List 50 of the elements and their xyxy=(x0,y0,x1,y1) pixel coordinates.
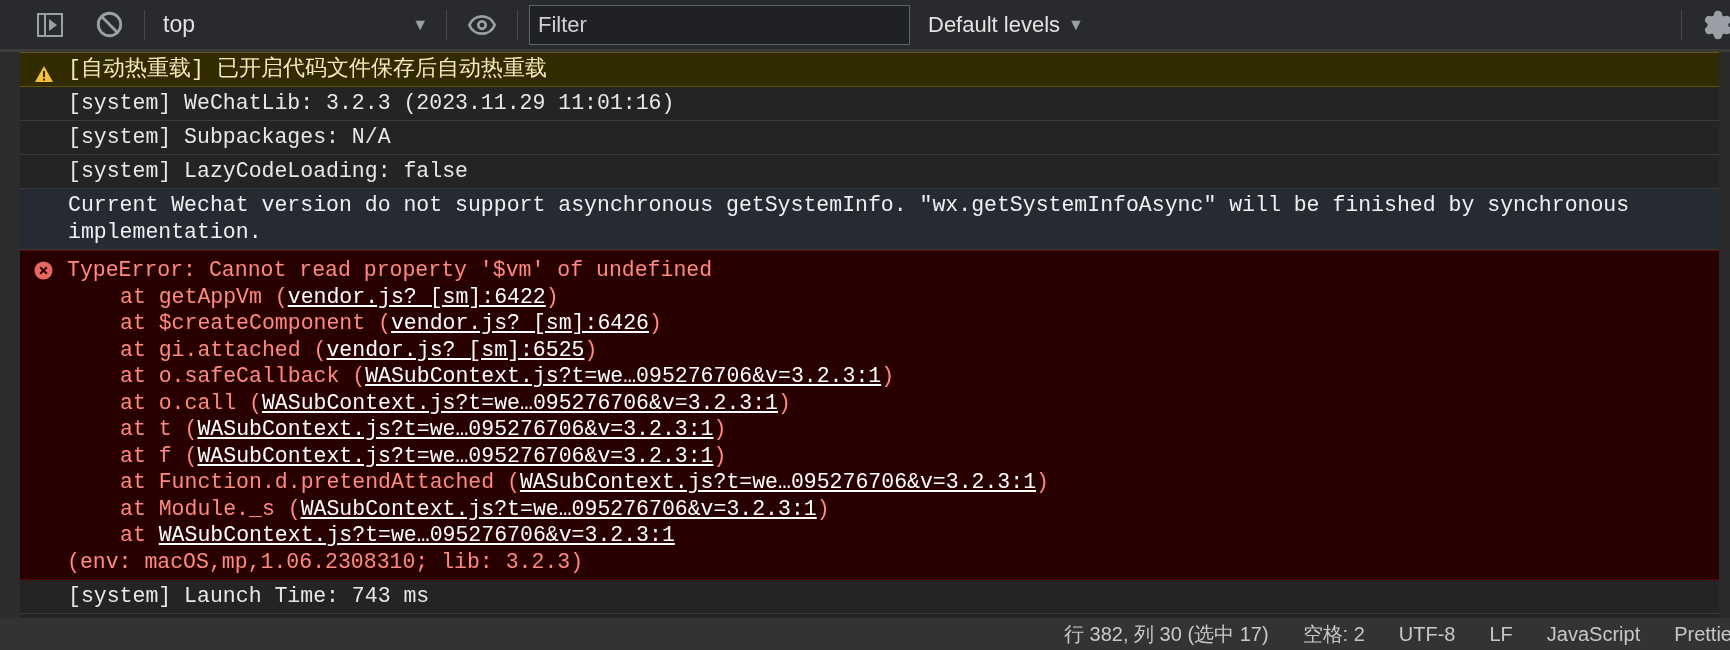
stack-frame-text: at o.safeCallback ( xyxy=(120,364,366,388)
message-text: [system] Subpackages: N/A xyxy=(68,124,391,151)
stack-frame-text: at f ( xyxy=(120,443,198,468)
stack-frame-text: at gi.attached ( xyxy=(120,337,327,362)
stack-frame-text: ) xyxy=(649,311,662,335)
stack-frame-text: ) xyxy=(778,390,791,415)
source-link[interactable]: WASubContext.js?t=we…095276706&v=3.2.3:1 xyxy=(261,390,779,415)
source-link[interactable]: WASubContext.js?t=we…095276706&v=3.2.3:1 xyxy=(519,470,1037,494)
message-text: Current Wechat version do not support asynchronous getSystemInfo. "wx.getSystemInfoAsync" will be finished by synchronous implementation. xyxy=(68,192,1631,246)
source-link[interactable]: WASubContext.js?t=we…095276706&v=3.2.3:1 xyxy=(197,443,714,468)
source-link[interactable]: vendor.js? [sm]:6422 xyxy=(287,284,546,309)
stack-frame-text: ) xyxy=(713,443,727,468)
stack-frame-text: at t ( xyxy=(120,417,198,441)
status-item[interactable]: JavaScript xyxy=(1546,619,1641,649)
settings-icon[interactable] xyxy=(1702,8,1730,41)
error-icon xyxy=(34,261,53,280)
stack-frame-text: at o.call ( xyxy=(120,390,262,415)
source-link[interactable]: WASubContext.js?t=we…095276706&v=3.2.3:1 xyxy=(158,523,675,547)
stack-frame-text: ) xyxy=(1036,470,1049,494)
stack-frame-text: ) xyxy=(816,496,830,521)
stack-frame-text: ) xyxy=(545,284,559,309)
levels-dropdown[interactable]: Default levels ▼ xyxy=(928,8,1084,41)
env-text: (env: macOS,mp,1.06.2308310; lib: 3.2.3) xyxy=(67,548,585,575)
source-link[interactable]: WASubContext.js?t=we…095276706&v=3.2.3:1 xyxy=(197,417,714,441)
error-text: TypeError: Cannot read property '$vm' of undefined xyxy=(67,257,714,284)
source-link[interactable]: WASubContext.js?t=we…095276706&v=3.2.3:1 xyxy=(365,364,882,388)
source-link[interactable]: vendor.js? [sm]:6426 xyxy=(390,311,649,335)
clear-console-icon[interactable] xyxy=(96,11,123,38)
stack-frame-text: ) xyxy=(713,417,727,441)
stack-frame-text: at xyxy=(120,523,147,547)
status-item[interactable]: 行 382, 列 30 (选中 17) xyxy=(1064,619,1269,649)
sidebar-toggle-icon[interactable] xyxy=(37,12,63,37)
message-text: [system] WeChatLib: 3.2.3 (2023.11.29 11:01:16) xyxy=(68,90,675,117)
message-text: [自动热重载] 已开启代码文件保存后自动热重载 xyxy=(68,56,547,83)
stack-frame-text: ) xyxy=(584,337,598,362)
source-link[interactable]: vendor.js? [sm]:6525 xyxy=(326,337,585,362)
context-dropdown[interactable]: top ▼ xyxy=(163,7,428,42)
stack-frame-text: at Function.d.pretendAttached ( xyxy=(120,470,520,494)
warning-icon xyxy=(34,65,54,83)
message-text: [system] Launch Time: 743 ms xyxy=(68,583,430,610)
stack-frame-text: at $createComponent ( xyxy=(120,311,391,335)
status-item[interactable]: 空格: 2 xyxy=(1302,619,1365,649)
message-text: [system] LazyCodeLoading: false xyxy=(68,158,468,185)
stack-frame-text: at getAppVm ( xyxy=(120,284,288,309)
stack-frame-text: ) xyxy=(881,364,895,388)
status-item[interactable]: UTF-8 xyxy=(1398,619,1456,649)
source-link[interactable]: WASubContext.js?t=we…095276706&v=3.2.3:1 xyxy=(300,496,817,521)
stack-frame-text: at Module._s ( xyxy=(120,496,301,521)
status-item[interactable]: LF xyxy=(1489,619,1513,649)
filter-field[interactable]: Filter xyxy=(529,4,910,45)
